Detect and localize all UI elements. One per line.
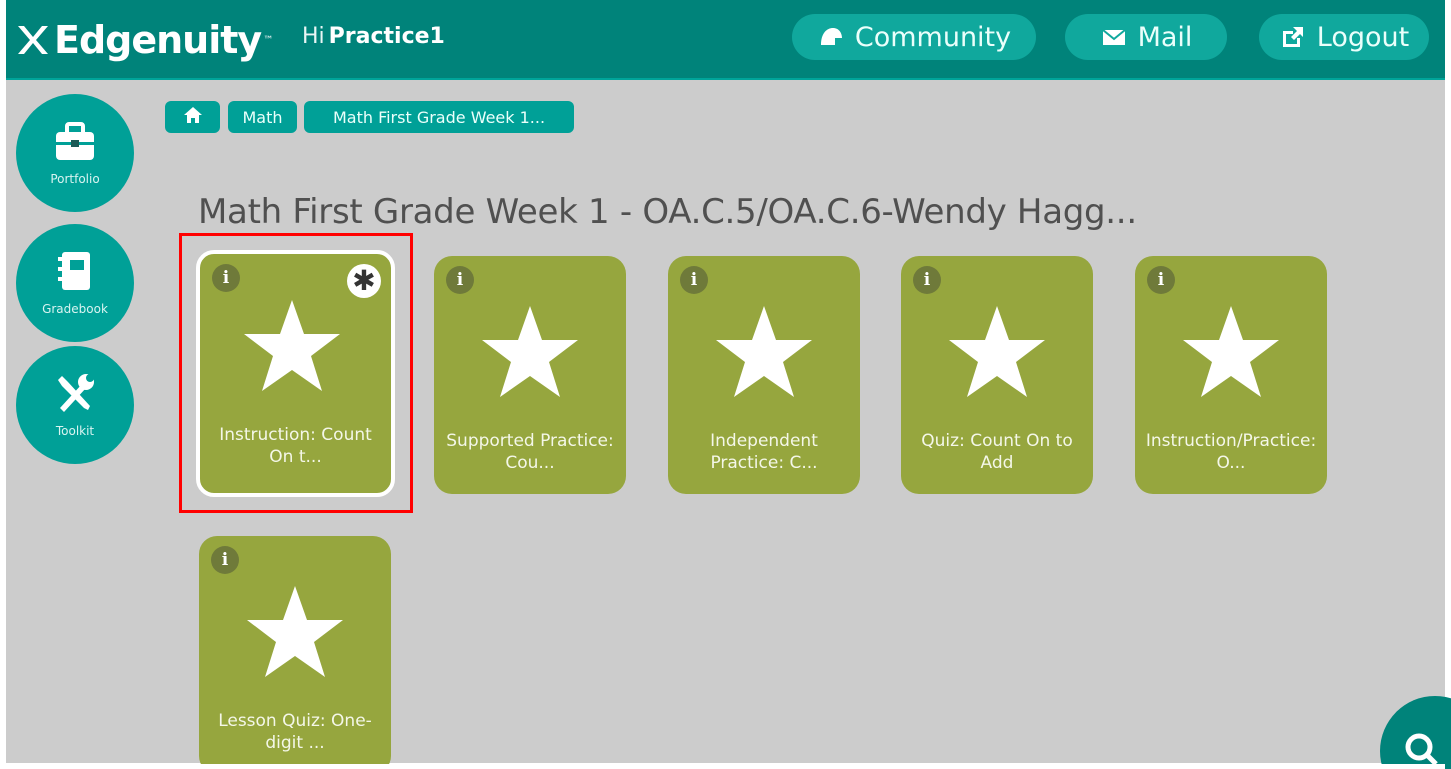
helmet-icon — [817, 23, 845, 51]
sidebar-item-label: Portfolio — [50, 172, 100, 186]
logout-button[interactable]: Logout — [1259, 14, 1429, 60]
sidebar-item-portfolio[interactable]: Portfolio — [16, 94, 134, 212]
info-icon[interactable]: i — [212, 264, 240, 292]
sidebar-item-toolkit[interactable]: Toolkit — [16, 346, 134, 464]
tile-label: Independent Practice: C... — [710, 431, 818, 473]
community-label: Community — [854, 21, 1012, 53]
brand-name: Edgenuity — [54, 18, 262, 62]
activity-tile[interactable]: i Supported Practice: Cou... — [434, 256, 626, 494]
tools-icon — [52, 370, 98, 416]
breadcrumb-math[interactable]: Math — [228, 101, 297, 133]
info-icon[interactable]: i — [680, 266, 708, 294]
asterisk-icon: ✱ — [347, 264, 381, 298]
star-icon — [480, 304, 580, 400]
star-icon — [1181, 304, 1281, 400]
tile-label: Instruction: Count On t... — [219, 425, 372, 467]
star-icon — [714, 304, 814, 400]
star-icon — [947, 304, 1047, 400]
sidebar-item-label: Gradebook — [42, 302, 108, 316]
mail-button[interactable]: Mail — [1065, 14, 1227, 60]
info-icon[interactable]: i — [211, 546, 239, 574]
mail-label: Mail — [1137, 21, 1193, 53]
activity-tile[interactable]: i Quiz: Count On to Add — [901, 256, 1093, 494]
edgenuity-x-icon — [14, 22, 50, 58]
bottom-divider — [6, 764, 1445, 769]
tile-label: Quiz: Count On to Add — [921, 431, 1073, 473]
breadcrumb-home[interactable] — [165, 101, 220, 133]
logout-label: Logout — [1316, 21, 1410, 53]
top-header: Edgenuity ™ Hi Practice1 Community Mail L… — [6, 0, 1445, 80]
envelope-icon — [1100, 23, 1128, 51]
sidebar-item-label: Toolkit — [55, 424, 95, 438]
page-title: Math First Grade Week 1 - OA.C.5/OA.C.6-… — [198, 192, 1137, 232]
home-icon — [183, 106, 203, 128]
activity-tile[interactable]: i Instruction/Practice: O... — [1135, 256, 1327, 494]
star-icon — [245, 584, 345, 680]
search-fab[interactable] — [1380, 696, 1451, 769]
activity-tile[interactable]: i ✱ Instruction: Count On t... — [196, 250, 395, 497]
tile-label: Lesson Quiz: One-digit ... — [218, 711, 372, 753]
sidebar-item-gradebook[interactable]: Gradebook — [16, 224, 134, 342]
tile-label: Instruction/Practice: O... — [1145, 431, 1317, 473]
community-button[interactable]: Community — [792, 14, 1036, 60]
brand-logo[interactable]: Edgenuity ™ — [14, 8, 273, 72]
notebook-icon — [52, 248, 98, 294]
activity-tile[interactable]: i Independent Practice: C... — [668, 256, 860, 494]
greeting-prefix: Hi — [302, 24, 325, 49]
info-icon[interactable]: i — [913, 266, 941, 294]
logout-icon — [1279, 23, 1307, 51]
briefcase-icon — [52, 118, 98, 164]
brand-trademark: ™ — [263, 34, 274, 46]
username: Practice1 — [328, 24, 445, 49]
activity-tile[interactable]: i Lesson Quiz: One-digit ... — [199, 536, 391, 769]
info-icon[interactable]: i — [1147, 266, 1175, 294]
tile-label: Supported Practice: Cou... — [446, 431, 614, 473]
breadcrumb-week[interactable]: Math First Grade Week 1... — [304, 101, 574, 133]
star-icon — [242, 298, 342, 394]
info-icon[interactable]: i — [446, 266, 474, 294]
user-greeting: Hi Practice1 — [302, 24, 445, 49]
